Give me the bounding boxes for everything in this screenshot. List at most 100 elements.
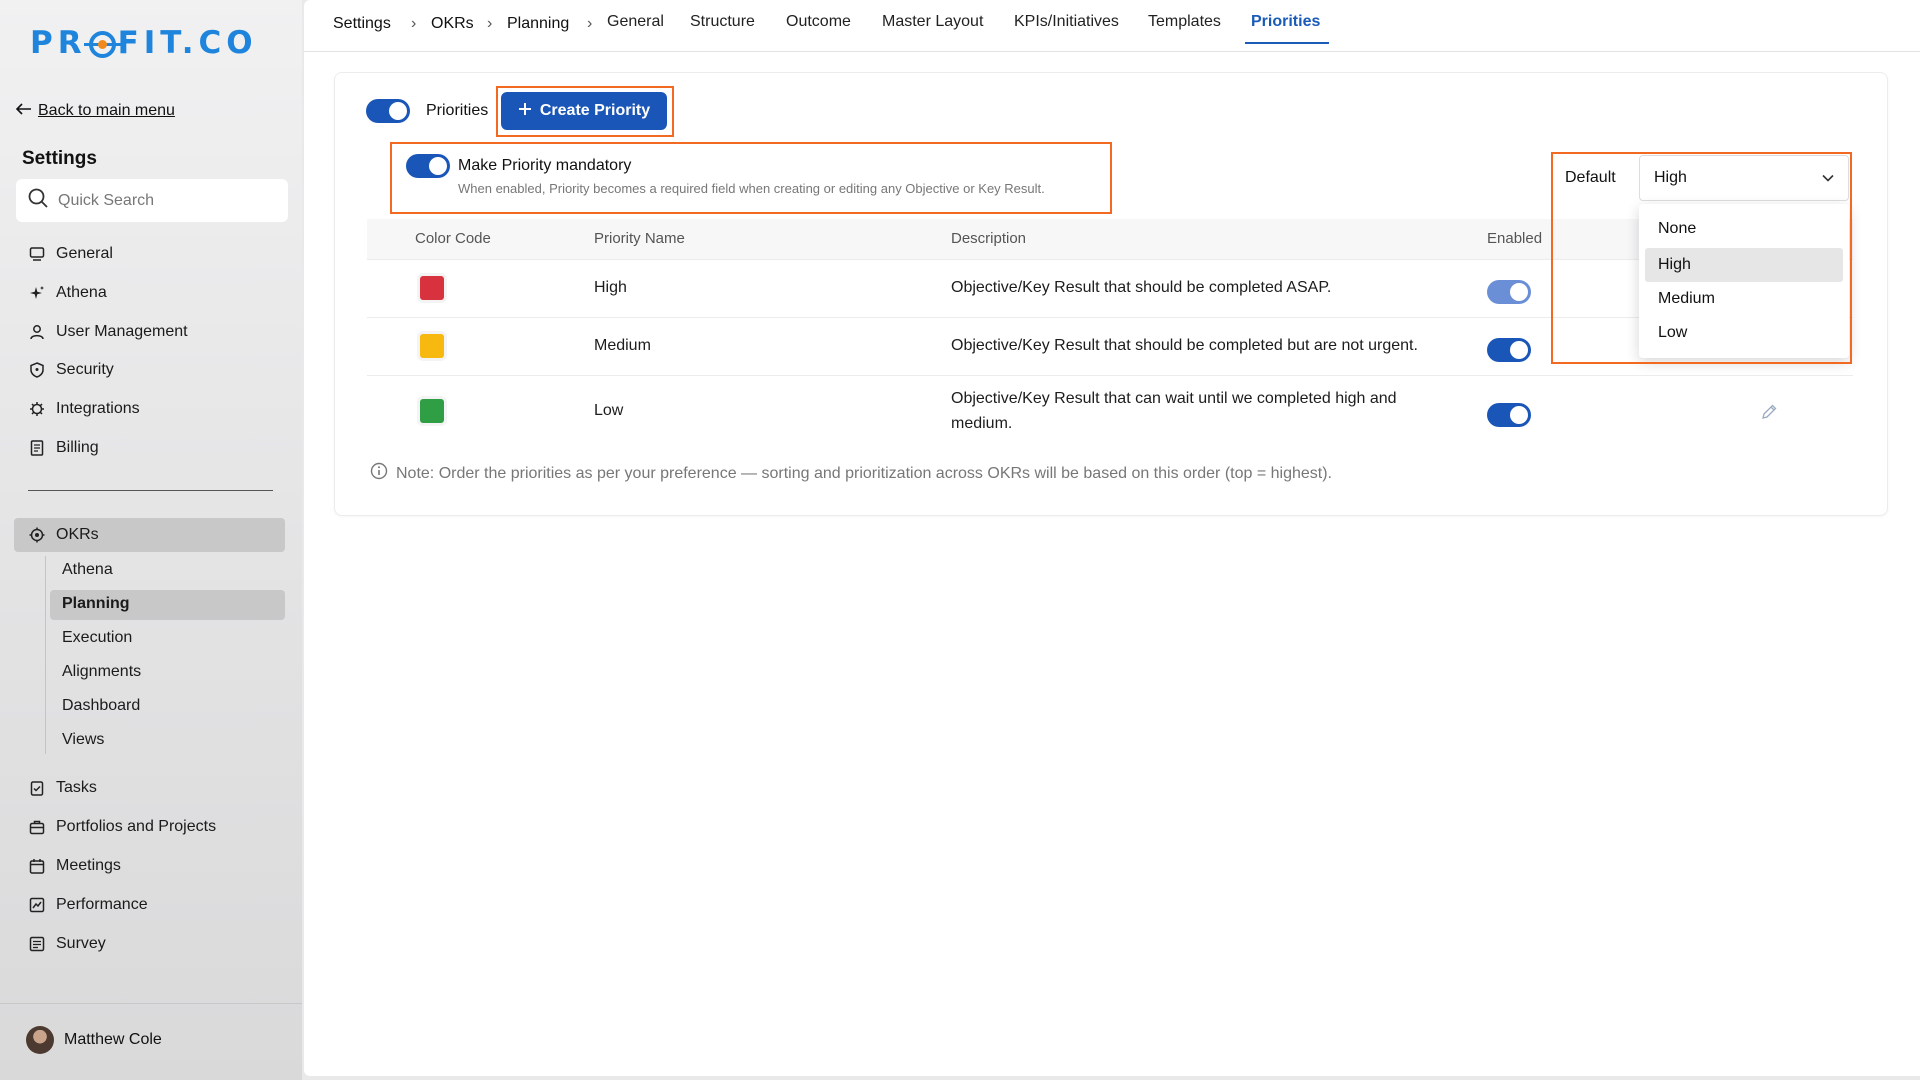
column-enabled: Enabled	[1487, 230, 1543, 247]
clipboard-icon	[28, 779, 46, 797]
monitor-icon	[28, 245, 46, 263]
receipt-icon	[28, 439, 46, 457]
row-separator	[367, 375, 1853, 376]
plus-icon	[518, 102, 532, 121]
breadcrumb-planning[interactable]: Planning	[507, 15, 569, 33]
create-priority-label: Create Priority	[539, 102, 651, 119]
sidebar-item-performance[interactable]: Performance	[28, 892, 148, 918]
highlight-mandatory	[390, 142, 1112, 214]
note-text: Note: Order the priorities as per your p…	[396, 464, 1332, 482]
sidebar-item-label: Security	[56, 361, 114, 378]
enabled-toggle-high[interactable]	[1487, 280, 1531, 304]
column-color-code: Color Code	[415, 230, 491, 247]
info-icon	[370, 462, 388, 485]
sidebar-item-security[interactable]: Security	[28, 357, 114, 383]
sidebar-item-general[interactable]: General	[28, 241, 113, 267]
sidebar-item-user-management[interactable]: User Management	[28, 319, 188, 345]
description-high: Objective/Key Result that should be comp…	[951, 279, 1332, 296]
calendar-icon	[28, 857, 46, 875]
chart-icon	[28, 896, 46, 914]
color-swatch-low[interactable]	[420, 399, 444, 423]
logo-target-icon	[83, 30, 121, 58]
user-separator	[0, 1003, 302, 1004]
sidebar-item-billing[interactable]: Billing	[28, 435, 99, 461]
column-priority-name: Priority Name	[594, 230, 685, 247]
target-icon	[28, 526, 46, 544]
back-to-main-menu-link[interactable]: Back to main menu	[15, 102, 175, 120]
gear-icon	[28, 400, 46, 418]
logo-text-start: PR	[30, 25, 87, 61]
arrow-left-icon	[15, 102, 32, 120]
edit-pencil-icon[interactable]	[1760, 403, 1778, 426]
user-name: Matthew Cole	[64, 1031, 162, 1048]
sidebar-item-label: Performance	[56, 896, 148, 913]
avatar	[26, 1026, 54, 1054]
sidebar-item-athena[interactable]: Athena	[28, 280, 107, 306]
search-icon	[28, 188, 48, 213]
quick-search-input[interactable]: Quick Search	[16, 179, 288, 222]
description-low-line2: medium.	[951, 415, 1013, 432]
sidebar-item-tasks[interactable]: Tasks	[28, 775, 97, 801]
sidebar: PR FIT.CO Back to main menu Settings Qui…	[0, 0, 302, 1080]
user-icon	[28, 323, 46, 341]
sidebar-item-label: Tasks	[56, 779, 97, 796]
color-swatch-high[interactable]	[420, 276, 444, 300]
sidebar-item-label: Athena	[56, 284, 107, 301]
profit-co-logo[interactable]: PR FIT.CO	[30, 24, 258, 62]
priorities-toggle[interactable]	[366, 99, 410, 123]
priorities-toggle-label: Priorities	[426, 102, 489, 119]
sidebar-item-meetings[interactable]: Meetings	[28, 853, 121, 879]
breadcrumb-separator: ›	[411, 15, 417, 32]
priority-name-medium: Medium	[594, 337, 651, 354]
tab-outcome[interactable]: Outcome	[786, 13, 851, 31]
enabled-toggle-medium[interactable]	[1487, 338, 1531, 362]
highlight-default-select	[1551, 152, 1852, 364]
sidebar-item-survey[interactable]: Survey	[28, 931, 106, 957]
sidebar-item-portfolios[interactable]: Portfolios and Projects	[28, 814, 216, 840]
tab-priorities[interactable]: Priorities	[1251, 13, 1320, 31]
sidebar-item-integrations[interactable]: Integrations	[28, 396, 140, 422]
breadcrumb-separator: ›	[587, 15, 593, 32]
sparkle-icon	[28, 284, 46, 302]
column-description: Description	[951, 230, 1027, 247]
priority-name-high: High	[594, 279, 627, 296]
priority-order-note: Note: Order the priorities as per your p…	[370, 462, 1332, 485]
okr-sub-planning[interactable]: Planning	[62, 592, 130, 616]
sidebar-item-label: Portfolios and Projects	[56, 818, 217, 835]
logo-text-end: FIT.CO	[117, 25, 258, 61]
description-medium: Objective/Key Result that should be comp…	[951, 337, 1418, 354]
tab-kpis-initiatives[interactable]: KPIs/Initiatives	[1014, 13, 1119, 31]
breadcrumb-separator: ›	[487, 15, 493, 32]
sidebar-item-label: OKRs	[56, 526, 99, 543]
breadcrumb-settings[interactable]: Settings	[333, 15, 391, 33]
okr-sub-dashboard[interactable]: Dashboard	[62, 694, 140, 718]
create-priority-button[interactable]: Create Priority	[501, 92, 667, 130]
sidebar-item-label: Survey	[56, 935, 106, 952]
shield-icon	[28, 361, 46, 379]
quick-search-placeholder: Quick Search	[58, 191, 155, 209]
okr-submenu-line	[45, 556, 46, 754]
sidebar-item-label: General	[56, 245, 113, 262]
okr-sub-alignments[interactable]: Alignments	[62, 660, 141, 684]
breadcrumb-okrs[interactable]: OKRs	[431, 15, 474, 33]
user-profile[interactable]: Matthew Cole	[26, 1026, 162, 1054]
tab-structure[interactable]: Structure	[690, 13, 755, 31]
color-swatch-medium[interactable]	[420, 334, 444, 358]
okr-sub-athena[interactable]: Athena	[62, 558, 113, 582]
survey-icon	[28, 935, 46, 953]
okr-sub-views[interactable]: Views	[62, 728, 104, 752]
enabled-toggle-low[interactable]	[1487, 403, 1531, 427]
sidebar-item-label: Billing	[56, 439, 99, 456]
tab-templates[interactable]: Templates	[1148, 13, 1221, 31]
description-low-line1: Objective/Key Result that can wait until…	[951, 390, 1397, 407]
briefcase-icon	[28, 818, 46, 836]
okr-sub-execution[interactable]: Execution	[62, 626, 132, 650]
mandatory-toggle[interactable]	[406, 154, 450, 178]
sidebar-divider	[28, 490, 273, 491]
tab-general[interactable]: General	[607, 13, 664, 31]
tab-master-layout[interactable]: Master Layout	[882, 13, 983, 31]
sidebar-item-okrs[interactable]: OKRs	[28, 522, 99, 548]
settings-title: Settings	[22, 148, 97, 169]
sidebar-item-label: Integrations	[56, 400, 140, 417]
mandatory-label: Make Priority mandatory	[458, 157, 632, 174]
